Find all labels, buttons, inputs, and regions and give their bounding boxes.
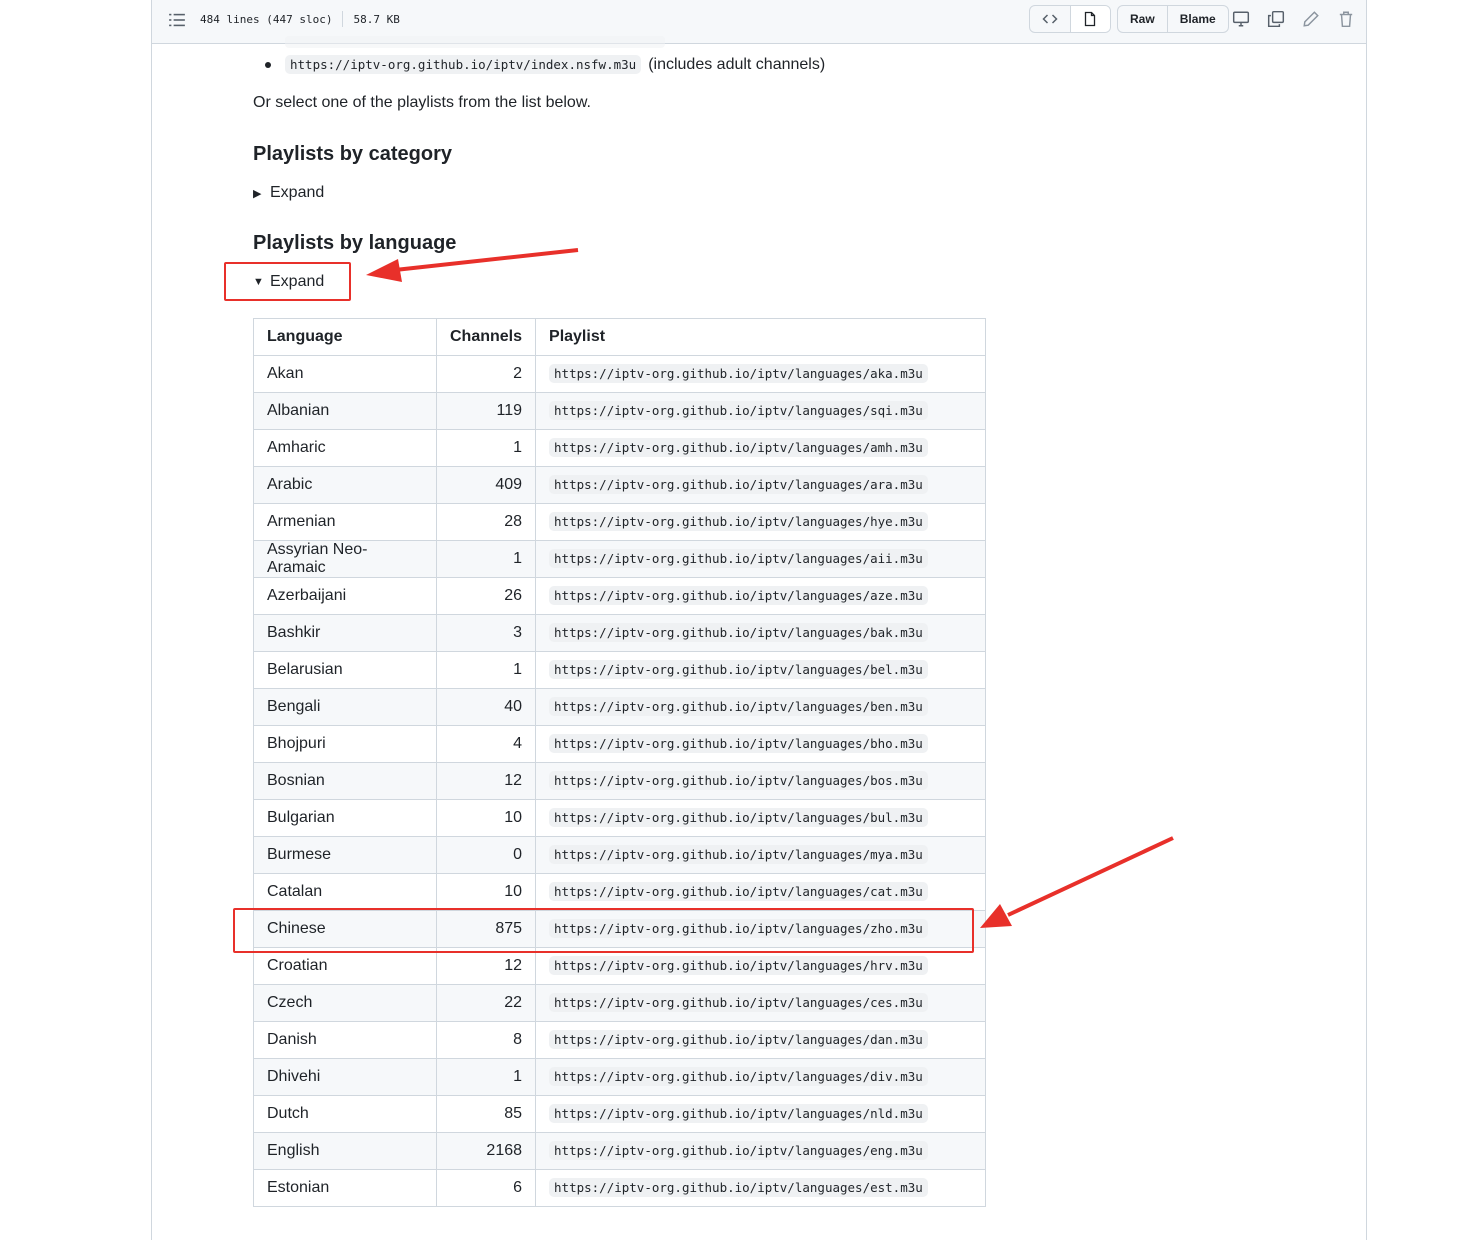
arrow-to-chinese: [980, 836, 1174, 928]
annotation-arrows: [366, 248, 1174, 928]
arrow-to-expand: [366, 248, 579, 282]
